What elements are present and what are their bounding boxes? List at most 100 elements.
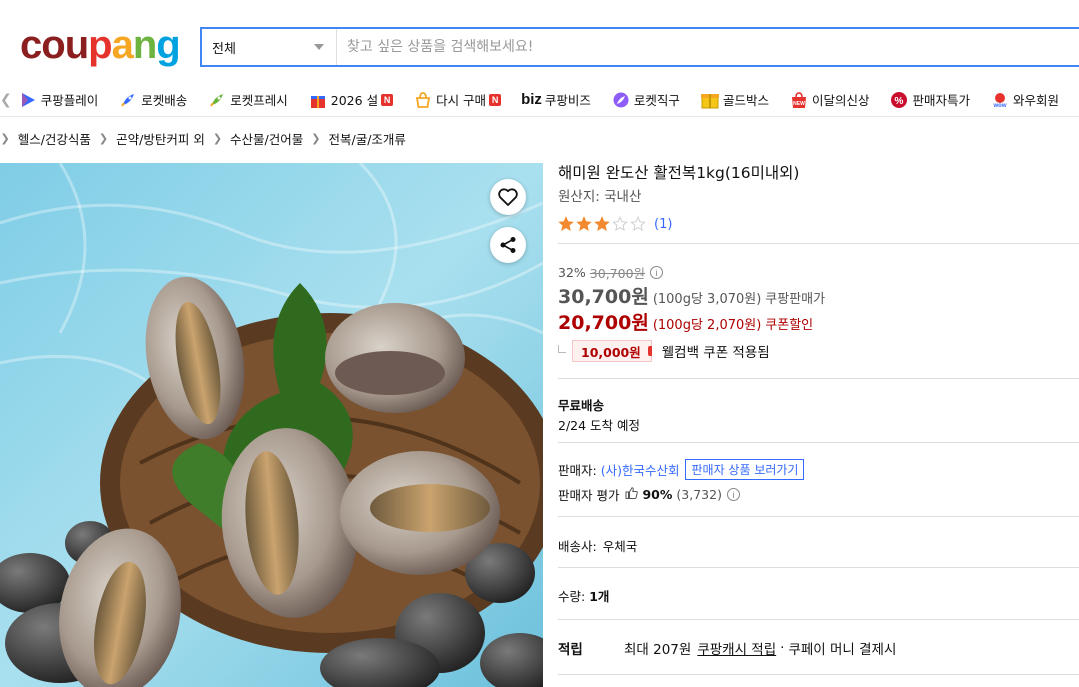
play-icon (18, 90, 38, 110)
reward-suffix: 쿠페이 머니 결제시 (788, 642, 897, 658)
category-nav-label: 로켓직구 (633, 93, 680, 108)
search-input[interactable] (337, 29, 1079, 65)
breadcrumb-item[interactable]: 수산물/건어물 (230, 129, 303, 148)
percent-icon: % (889, 90, 909, 110)
share-icon[interactable] (490, 227, 526, 263)
reward-amount: 최대 207원 (624, 642, 692, 658)
shipping-arrival: 2/24 도착 예정 (558, 418, 641, 433)
reward-label: 적립 (558, 642, 583, 658)
divider (558, 516, 1079, 517)
breadcrumb-item[interactable]: 전복/굴/조개류 (328, 129, 405, 148)
category-nav-item[interactable]: 골드박스 (700, 83, 769, 116)
product-image[interactable] (0, 163, 543, 687)
star-empty-icon (612, 216, 628, 232)
divider (558, 378, 1079, 379)
seller-name-link[interactable]: (사)한국수산회 (601, 460, 680, 479)
category-nav-label: 다시 구매 (436, 93, 487, 108)
new-badge: N (489, 93, 502, 106)
category-nav-item[interactable]: wow 와우회원 (990, 83, 1059, 116)
review-count[interactable]: (1) (654, 217, 672, 232)
search-category-select[interactable]: 전체 (202, 29, 337, 65)
category-nav-item[interactable]: 로켓직구 (611, 83, 680, 116)
reward-row: 적립 최대 207원 쿠팡캐시 적립 · 쿠페이 머니 결제시 (558, 638, 896, 658)
logo-letter: a (111, 23, 134, 67)
breadcrumb: 쿠팡 홈❯헬스/건강식품❯곤약/방탄커피 외❯수산물/건어물❯전복/굴/조개류 (0, 128, 405, 148)
category-nav-item[interactable]: 쿠팡플레이 (18, 83, 99, 116)
star-filled-icon (576, 216, 592, 232)
logo-letter: g (156, 23, 180, 67)
category-nav-label: 쿠팡비즈 (544, 93, 591, 108)
gold-box-icon (700, 90, 720, 110)
category-nav-label: 골드박스 (722, 93, 769, 108)
shipping-title: 무료배송 (558, 398, 605, 413)
category-nav: ❮ 쿠팡플레이 로켓배송 로켓프레시 2026 설 N 다시 구매 Nbiz 쿠팡비즈 로켓직구… (0, 83, 1079, 117)
seller-row: 판매자: (사)한국수산회 판매자 상품 보러가기 (558, 459, 805, 480)
quantity-value: 1개 (589, 589, 610, 604)
coupon-unit-price: (100g당 2,070원) (652, 318, 762, 333)
category-nav-item[interactable]: 로켓배송 (118, 83, 188, 116)
category-nav-item[interactable]: 로켓프레시 (207, 83, 288, 116)
new-badge: N (381, 93, 394, 106)
category-nav-item[interactable]: 다시 구매 N (413, 83, 502, 116)
divider (558, 567, 1079, 568)
sale-price: 30,700원 (558, 286, 649, 308)
logo-letter: n (132, 23, 157, 67)
heart-icon[interactable] (490, 179, 526, 215)
courier-label: 배송사: (558, 539, 597, 554)
discount-row: 32% 30,700원 i (558, 263, 664, 282)
divider (558, 619, 1079, 620)
category-nav-item[interactable]: 2026 설N (308, 83, 394, 116)
seller-rating-row: 판매자 평가 90% (3,732) i (558, 485, 740, 504)
category-nav-item[interactable]: biz 쿠팡비즈 (521, 83, 591, 116)
biz-icon: biz (521, 91, 542, 108)
category-nav-item[interactable]: NEW 이달의신상 (789, 83, 870, 116)
courier-row: 배송사: 우체국 (558, 536, 637, 555)
category-nav-label: 이달의신상 (811, 93, 870, 108)
svg-text:%: % (895, 96, 904, 107)
svg-text:NEW: NEW (793, 101, 805, 107)
new-bag-icon: NEW (789, 90, 809, 110)
rocket-icon (118, 90, 138, 110)
star-empty-icon (630, 216, 646, 232)
sale-unit-price: (100g당 3,070원) (652, 292, 762, 307)
courier-value: 우체국 (602, 539, 638, 554)
product-info: 해미원 완도산 활전복1kg(16미내외) 원산지: 국내산 (1) (558, 160, 1079, 234)
abalone-photo (0, 163, 543, 687)
category-nav-label: 판매자특가 (912, 93, 970, 108)
category-nav-label: 로켓배송 (141, 93, 188, 108)
divider (558, 674, 1079, 675)
wow-icon: wow (990, 90, 1010, 110)
reward-cash-link[interactable]: 쿠팡캐시 적립 (697, 638, 776, 658)
coupang-logo[interactable]: coupang (20, 22, 181, 68)
svg-text:wow: wow (992, 103, 1006, 109)
coupon-price-row: 20,700원 (100g당 2,070원) 쿠폰할인 (558, 308, 813, 335)
discount-rate: 32% (558, 265, 586, 280)
search-bar: 전체 (200, 27, 1079, 67)
chevron-right-icon: ❯ (0, 131, 10, 145)
category-nav-item[interactable]: % 판매자특가 (889, 83, 970, 116)
seller-products-button[interactable]: 판매자 상품 보러가기 (685, 459, 805, 480)
star-filled-icon (558, 216, 574, 232)
breadcrumb-item[interactable]: 곤약/방탄커피 외 (116, 129, 205, 148)
category-nav-label: 2026 설 (330, 93, 379, 108)
search-category-label: 전체 (212, 41, 236, 57)
chevron-down-icon (314, 44, 324, 50)
gift-icon (308, 90, 328, 110)
category-nav-label: 쿠팡플레이 (40, 93, 99, 108)
reward-separator: · (780, 640, 785, 656)
coupon-price-type: 쿠폰할인 (765, 318, 814, 333)
chevron-left-icon[interactable]: ❮ (0, 83, 12, 116)
product-title: 해미원 완도산 활전복1kg(16미내외) (558, 164, 800, 182)
info-icon[interactable]: i (726, 488, 740, 501)
sale-price-type: 쿠팡판매가 (765, 292, 826, 307)
divider (558, 243, 1079, 244)
sale-price-row: 30,700원 (100g당 3,070원) 쿠팡판매가 (558, 282, 825, 309)
category-nav-label: 로켓프레시 (230, 93, 288, 108)
original-price: 30,700원 (589, 266, 646, 281)
breadcrumb-item[interactable]: 헬스/건강식품 (18, 129, 91, 148)
seller-label: 판매자: (558, 463, 597, 478)
info-icon[interactable]: i (650, 266, 664, 279)
rating[interactable]: (1) (558, 214, 1079, 234)
logo-letter: c (20, 23, 42, 67)
seller-rating-label: 판매자 평가 (558, 488, 620, 503)
